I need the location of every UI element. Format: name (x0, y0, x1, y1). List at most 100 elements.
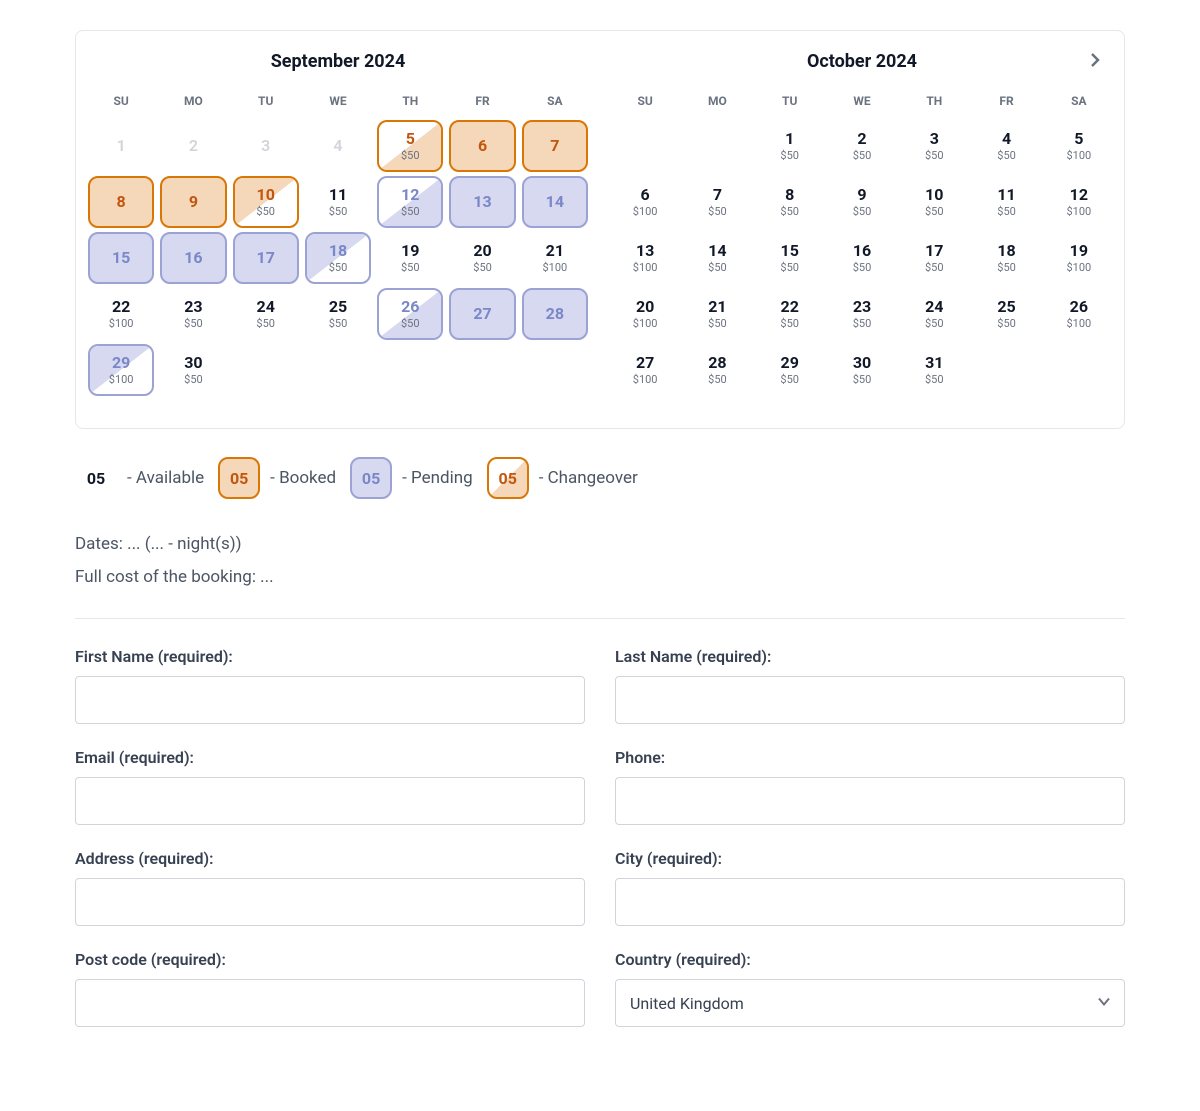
day-cell[interactable]: 6 (449, 120, 515, 172)
day-cell[interactable]: 23$50 (829, 288, 895, 340)
day-price: $50 (708, 205, 727, 218)
legend-label: - Pending (402, 468, 473, 488)
day-cell[interactable]: 30$50 (160, 344, 226, 396)
day-cell[interactable]: 16 (160, 232, 226, 284)
day-price: $100 (633, 261, 658, 274)
day-price: $100 (542, 261, 567, 274)
day-empty (684, 120, 750, 172)
day-cell[interactable]: 7 (522, 120, 588, 172)
day-cell[interactable]: 17 (233, 232, 299, 284)
day-cell[interactable]: 8$50 (757, 176, 823, 228)
day-price: $50 (401, 205, 420, 218)
day-number: 20 (473, 243, 491, 259)
day-cell[interactable]: 9 (160, 176, 226, 228)
day-cell[interactable]: 29$50 (757, 344, 823, 396)
country-select[interactable]: United Kingdom (615, 979, 1125, 1027)
day-price: $50 (925, 373, 944, 386)
day-price: $50 (329, 317, 348, 330)
day-number: 29 (112, 355, 130, 371)
day-price: $50 (780, 261, 799, 274)
day-price: $50 (256, 317, 275, 330)
day-cell[interactable]: 15 (88, 232, 154, 284)
day-cell[interactable]: 30$50 (829, 344, 895, 396)
day-cell[interactable]: 20$50 (449, 232, 515, 284)
day-number: 8 (117, 194, 126, 210)
day-price: $100 (633, 373, 658, 386)
day-cell[interactable]: 11$50 (973, 176, 1039, 228)
day-cell[interactable]: 19$50 (377, 232, 443, 284)
day-cell[interactable]: 27 (449, 288, 515, 340)
day-number: 11 (997, 187, 1015, 203)
field-first-name: First Name (required): (75, 647, 585, 724)
day-cell[interactable]: 11$50 (305, 176, 371, 228)
day-cell[interactable]: 22$100 (88, 288, 154, 340)
address-input[interactable] (75, 878, 585, 926)
day-number: 23 (853, 299, 871, 315)
field-city: City (required): (615, 849, 1125, 926)
email-input[interactable] (75, 777, 585, 825)
day-number: 6 (641, 187, 650, 203)
day-cell[interactable]: 24$50 (233, 288, 299, 340)
day-number: 23 (184, 299, 202, 315)
day-cell[interactable]: 28 (522, 288, 588, 340)
day-cell[interactable]: 2$50 (829, 120, 895, 172)
day-cell[interactable]: 27$100 (612, 344, 678, 396)
day-cell[interactable]: 1$50 (757, 120, 823, 172)
day-price: $50 (853, 261, 872, 274)
day-cell[interactable]: 4$50 (973, 120, 1039, 172)
booking-summary: Dates: ... (... - night(s)) Full cost of… (75, 529, 1125, 592)
postcode-input[interactable] (75, 979, 585, 1027)
day-cell[interactable]: 21$50 (684, 288, 750, 340)
day-number: 12 (401, 187, 419, 203)
day-cell[interactable]: 12$100 (1046, 176, 1112, 228)
day-cell[interactable]: 18$50 (305, 232, 371, 284)
legend-swatch: 05 (487, 457, 529, 499)
day-cell[interactable]: 15$50 (757, 232, 823, 284)
day-cell[interactable]: 12$50 (377, 176, 443, 228)
day-cell[interactable]: 5$50 (377, 120, 443, 172)
day-cell[interactable]: 25$50 (305, 288, 371, 340)
day-cell[interactable]: 19$100 (1046, 232, 1112, 284)
day-cell[interactable]: 21$100 (522, 232, 588, 284)
day-cell[interactable]: 3$50 (901, 120, 967, 172)
dow-label: SA (520, 90, 590, 112)
first-name-input[interactable] (75, 676, 585, 724)
next-month-button[interactable] (1084, 49, 1106, 71)
day-cell[interactable]: 10$50 (901, 176, 967, 228)
day-cell[interactable]: 17$50 (901, 232, 967, 284)
day-number: 2 (857, 131, 866, 147)
day-cell[interactable]: 7$50 (684, 176, 750, 228)
day-number: 14 (546, 194, 564, 210)
day-cell[interactable]: 26$100 (1046, 288, 1112, 340)
day-cell[interactable]: 10$50 (233, 176, 299, 228)
day-cell[interactable]: 13$100 (612, 232, 678, 284)
day-price: $50 (853, 149, 872, 162)
day-cell[interactable]: 25$50 (973, 288, 1039, 340)
city-input[interactable] (615, 878, 1125, 926)
day-cell[interactable]: 8 (88, 176, 154, 228)
day-number: 3 (261, 138, 270, 154)
day-cell[interactable]: 23$50 (160, 288, 226, 340)
day-number: 28 (708, 355, 726, 371)
day-cell[interactable]: 26$50 (377, 288, 443, 340)
day-cell[interactable]: 13 (449, 176, 515, 228)
day-cell: 1 (88, 120, 154, 172)
day-cell[interactable]: 16$50 (829, 232, 895, 284)
day-cell[interactable]: 28$50 (684, 344, 750, 396)
day-cell[interactable]: 6$100 (612, 176, 678, 228)
day-empty (449, 344, 515, 396)
day-cell[interactable]: 18$50 (973, 232, 1039, 284)
day-price: $100 (1066, 261, 1091, 274)
day-cell[interactable]: 29$100 (88, 344, 154, 396)
day-cell[interactable]: 24$50 (901, 288, 967, 340)
last-name-input[interactable] (615, 676, 1125, 724)
day-cell[interactable]: 20$100 (612, 288, 678, 340)
phone-input[interactable] (615, 777, 1125, 825)
day-cell[interactable]: 5$100 (1046, 120, 1112, 172)
day-cell[interactable]: 31$50 (901, 344, 967, 396)
day-cell[interactable]: 14$50 (684, 232, 750, 284)
day-price: $50 (184, 317, 203, 330)
day-cell[interactable]: 9$50 (829, 176, 895, 228)
day-cell[interactable]: 22$50 (757, 288, 823, 340)
day-cell[interactable]: 14 (522, 176, 588, 228)
